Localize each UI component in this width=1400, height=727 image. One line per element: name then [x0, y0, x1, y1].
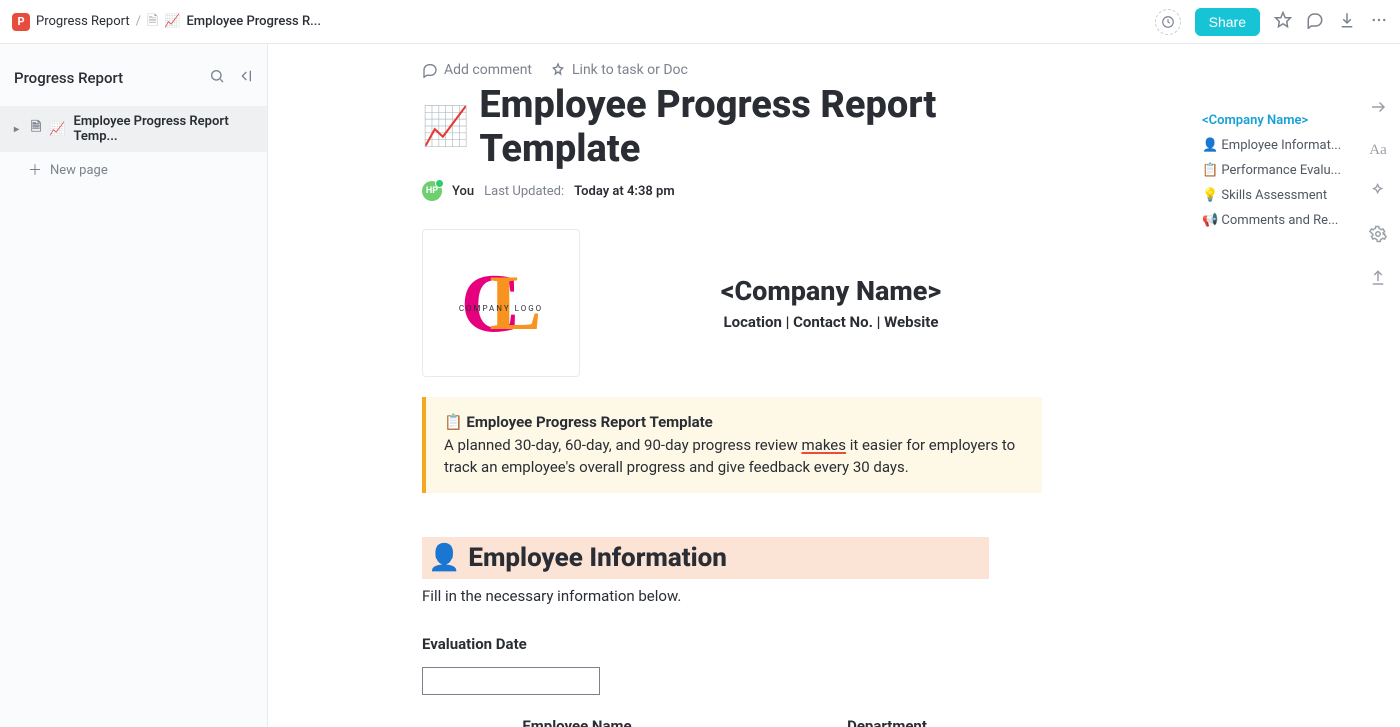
col-department: Department	[732, 717, 1042, 727]
outline-icon: 📋	[1202, 163, 1218, 178]
author-you: You	[452, 184, 474, 199]
outline-item-performance[interactable]: 📋 Performance Evalu...	[1202, 158, 1350, 183]
doc-icon: 🗎	[31, 118, 41, 140]
sidebar: Progress Report ▸ 🗎 📈 Employee Progress …	[0, 44, 268, 727]
doc-icon: 🗎	[147, 10, 158, 34]
upload-icon[interactable]	[1369, 269, 1387, 291]
breadcrumb-root[interactable]: Progress Report	[36, 14, 130, 29]
page-title[interactable]: Employee Progress Report Template	[479, 84, 1042, 171]
eval-date-label: Evaluation Date	[422, 635, 1042, 653]
section-heading-text: Employee Information	[468, 543, 727, 573]
search-icon[interactable]	[209, 68, 225, 88]
download-icon[interactable]	[1338, 11, 1356, 33]
sparkle-icon[interactable]	[1369, 181, 1387, 203]
callout-body-u: makes	[802, 436, 846, 454]
outline-item-skills[interactable]: 💡 Skills Assessment	[1202, 183, 1350, 208]
more-icon[interactable]	[1370, 11, 1388, 33]
progress-icon: P	[12, 13, 30, 31]
logo-label: COMPANY LOGO	[459, 304, 543, 313]
sidebar-item-employee-report[interactable]: ▸ 🗎 📈 Employee Progress Report Temp...	[0, 106, 267, 152]
updated-label: Last Updated:	[484, 184, 564, 199]
sidebar-title: Progress Report	[14, 69, 123, 87]
section-employee-info[interactable]: 👤 Employee Information	[422, 537, 989, 579]
outline-icon: 👤	[1202, 138, 1218, 153]
add-comment-button[interactable]: Add comment	[422, 62, 532, 78]
link-task-button[interactable]: Link to task or Doc	[550, 62, 688, 78]
callout-body-a: A planned 30-day, 60-day, and 90-day pro…	[444, 436, 802, 454]
updated-value: Today at 4:38 pm	[574, 184, 675, 199]
expand-icon[interactable]	[1369, 98, 1387, 120]
outline-label: Skills Assessment	[1221, 188, 1327, 203]
outline-icon: 📢	[1202, 213, 1218, 228]
new-page-label: New page	[50, 163, 108, 178]
company-logo[interactable]: CL COMPANY LOGO	[422, 229, 580, 377]
breadcrumb: P Progress Report / 🗎 📈 Employee Progres…	[12, 10, 321, 34]
collapse-sidebar-icon[interactable]	[237, 68, 253, 88]
breadcrumb-page[interactable]: Employee Progress R...	[186, 14, 321, 29]
plus-icon: ＋	[28, 160, 42, 180]
outline-item-employee-info[interactable]: 👤 Employee Informat...	[1202, 133, 1350, 158]
sidebar-item-label: Employee Progress Report Temp...	[74, 114, 253, 144]
sidebar-item-icon: 📈	[49, 122, 65, 137]
company-name[interactable]: <Company Name>	[620, 275, 1042, 307]
avatar[interactable]: HP	[422, 181, 442, 201]
outline-label: Comments and Re...	[1221, 213, 1338, 228]
comment-icon[interactable]	[1306, 11, 1324, 33]
breadcrumb-sep: /	[136, 14, 141, 29]
typography-icon[interactable]: Aa	[1369, 142, 1387, 159]
add-comment-label: Add comment	[444, 62, 532, 78]
col-employee-name: Employee Name	[422, 717, 732, 727]
breadcrumb-page-icon: 📈	[164, 14, 180, 29]
history-icon[interactable]	[1155, 9, 1181, 35]
outline-item-comments[interactable]: 📢 Comments and Re...	[1202, 208, 1350, 233]
outline-label: Employee Informat...	[1221, 138, 1341, 153]
settings-icon[interactable]	[1369, 225, 1387, 247]
outline-panel: <Company Name> 👤 Employee Informat... 📋 …	[1196, 44, 1356, 727]
callout-title: Employee Progress Report Template	[466, 413, 712, 431]
share-button[interactable]: Share	[1195, 8, 1260, 36]
outline-icon: 💡	[1202, 188, 1218, 203]
new-page-button[interactable]: ＋ New page	[0, 152, 267, 188]
section-icon: 👤	[428, 543, 460, 573]
link-task-label: Link to task or Doc	[572, 62, 688, 78]
company-subtitle[interactable]: Location | Contact No. | Website	[620, 313, 1042, 331]
right-rail: Aa	[1356, 44, 1400, 727]
callout-box[interactable]: 📋 Employee Progress Report Template A pl…	[422, 397, 1042, 493]
outline-label: Performance Evalu...	[1221, 163, 1341, 178]
caret-icon: ▸	[14, 124, 23, 135]
star-icon[interactable]	[1274, 11, 1292, 33]
section-hint[interactable]: Fill in the necessary information below.	[422, 587, 1042, 605]
callout-icon: 📋	[444, 413, 463, 431]
outline-item-company[interactable]: <Company Name>	[1202, 108, 1350, 133]
title-icon: 📈	[422, 106, 469, 150]
eval-date-input[interactable]	[422, 667, 600, 695]
